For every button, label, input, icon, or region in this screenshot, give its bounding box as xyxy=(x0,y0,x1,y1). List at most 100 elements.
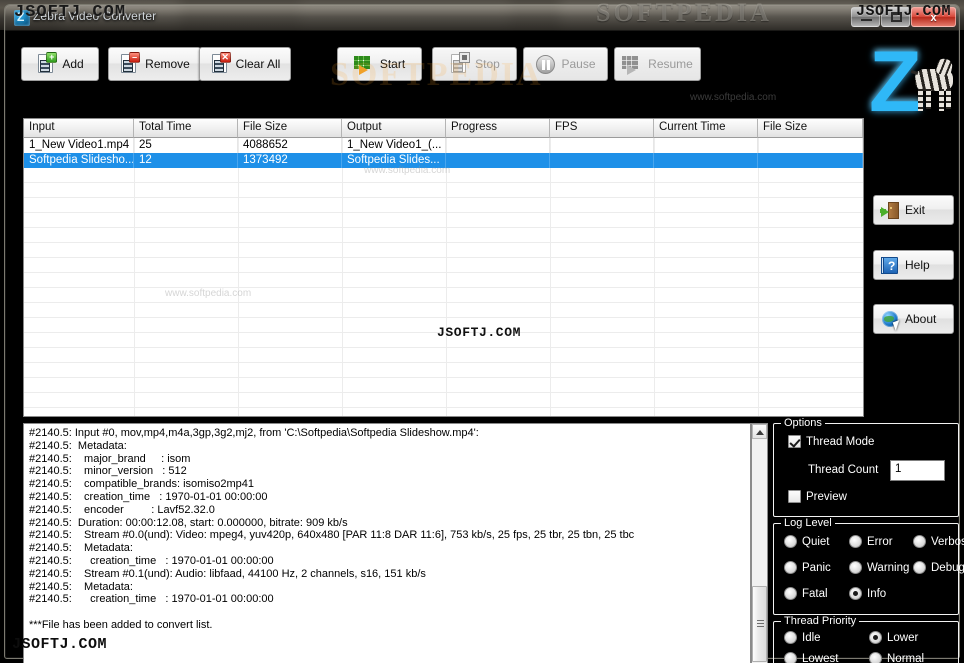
table-cell: 1_New Video1.mp4 xyxy=(24,138,134,153)
stop-button[interactable]: Stop xyxy=(432,47,517,81)
log-line: #2140.5: Input #0, mov,mp4,m4a,3gp,3g2,m… xyxy=(29,427,479,439)
thread-priority-radio-lowest[interactable]: Lowest xyxy=(784,652,838,663)
grid-line xyxy=(654,138,655,416)
table-cell xyxy=(550,138,654,153)
about-button[interactable]: About xyxy=(873,304,954,334)
add-file-icon: + xyxy=(36,52,58,75)
log-level-label-error: Error xyxy=(867,535,893,548)
grid-line xyxy=(134,138,135,416)
log-line: #2140.5: creation_time : 1970-01-01 00:0… xyxy=(29,490,268,503)
preview-label: Preview xyxy=(806,490,847,503)
grid-line xyxy=(863,138,864,417)
file-list-body[interactable]: 1_New Video1.mp4 25 4088652 1_New Video1_(.… xyxy=(24,138,863,168)
thread-priority-label-normal: Normal xyxy=(887,652,925,663)
application-window: Zebra Video Converter x + Add xyxy=(4,4,964,663)
scroll-up-icon[interactable] xyxy=(752,424,767,439)
clear-all-button[interactable]: ✕ Clear All xyxy=(199,47,291,81)
thread-count-input[interactable]: 1 xyxy=(890,460,945,481)
grid-line xyxy=(24,407,863,408)
column-header[interactable]: Input xyxy=(24,119,134,138)
log-line: #2140.5: Metadata: xyxy=(29,580,133,593)
checkbox-unchecked-icon xyxy=(788,490,801,503)
grid-line xyxy=(24,257,863,258)
remove-button[interactable]: – Remove xyxy=(108,47,201,81)
grid-line xyxy=(24,212,863,213)
table-row[interactable]: 1_New Video1.mp4 25 4088652 1_New Video1_(.… xyxy=(24,138,863,153)
log-level-group-caption: Log Level xyxy=(781,517,835,529)
exit-button-label: Exit xyxy=(905,203,926,217)
maximize-button[interactable] xyxy=(881,7,910,27)
start-button[interactable]: Start xyxy=(337,47,422,81)
help-button[interactable]: Help xyxy=(873,250,954,280)
grid-line xyxy=(24,302,863,303)
grid-line xyxy=(550,138,551,416)
table-cell xyxy=(550,153,654,168)
log-level-label-warning: Warning xyxy=(867,561,910,574)
column-header[interactable]: File Size xyxy=(238,119,342,138)
radio-icon xyxy=(784,652,797,663)
file-list[interactable]: Input Total Time File Size Output Progress FP… xyxy=(23,118,864,417)
pause-button[interactable]: Pause xyxy=(523,47,608,81)
table-cell xyxy=(758,138,863,153)
log-console[interactable]: #2140.5: Input #0, mov,mp4,m4a,3gp,3g2,m… xyxy=(23,423,751,663)
zebra-logo: Z xyxy=(867,35,963,143)
log-level-radio-quiet[interactable]: Quiet xyxy=(784,535,830,548)
table-cell: 1_New Video1_(... xyxy=(342,138,446,153)
log-level-label-verbose: Verbose xyxy=(931,535,964,548)
table-cell: Softpedia Slides... xyxy=(342,153,446,168)
about-globe-icon xyxy=(881,310,903,331)
log-level-radio-info[interactable]: Info xyxy=(849,587,886,600)
file-list-grid xyxy=(24,138,864,417)
column-header[interactable]: Current Time xyxy=(654,119,758,138)
add-button[interactable]: + Add xyxy=(21,47,99,81)
log-line: #2140.5: minor_version : 512 xyxy=(29,465,187,478)
client-area: + Add – Remove ✕ Clear All Start Stop Pa… xyxy=(7,31,964,663)
zebra-illustration xyxy=(910,57,959,115)
grid-line xyxy=(342,138,343,416)
log-level-radio-panic[interactable]: Panic xyxy=(784,561,831,574)
add-button-label: Add xyxy=(62,57,84,71)
thread-priority-label-lowest: Lowest xyxy=(802,652,839,663)
title-bar[interactable]: Zebra Video Converter x xyxy=(5,5,959,31)
grid-line xyxy=(24,317,863,318)
preview-checkbox[interactable]: Preview xyxy=(788,490,847,503)
column-header[interactable]: FPS xyxy=(550,119,654,138)
thread-priority-radio-normal[interactable]: Normal xyxy=(869,652,924,663)
scrollbar-thumb[interactable] xyxy=(752,586,767,662)
log-line: #2140.5: major_brand : isom xyxy=(29,452,191,465)
log-level-radio-warning[interactable]: Warning xyxy=(849,561,909,574)
minimize-button[interactable] xyxy=(851,7,880,27)
table-cell: 1373492 xyxy=(238,153,342,168)
thread-mode-label: Thread Mode xyxy=(806,435,875,448)
table-cell xyxy=(758,153,863,168)
radio-icon xyxy=(869,652,882,663)
radio-icon xyxy=(913,535,926,548)
log-scrollbar[interactable] xyxy=(751,423,768,663)
column-header[interactable]: Progress xyxy=(446,119,550,138)
radio-selected-icon xyxy=(849,587,862,600)
column-header[interactable]: File Size xyxy=(758,119,863,138)
remove-button-label: Remove xyxy=(145,57,190,71)
resume-icon xyxy=(622,53,642,75)
window-controls: x xyxy=(851,7,956,27)
close-button[interactable]: x xyxy=(911,7,956,27)
table-cell: 12 xyxy=(134,153,238,168)
grid-line xyxy=(24,197,863,198)
table-cell: Softpedia Slidesho... xyxy=(24,153,134,168)
grid-line xyxy=(24,362,863,363)
column-header[interactable]: Output xyxy=(342,119,446,138)
log-level-radio-verbose[interactable]: Verbose xyxy=(913,535,964,548)
radio-icon xyxy=(784,587,797,600)
resume-button[interactable]: Resume xyxy=(614,47,701,81)
log-level-radio-debug[interactable]: Debug xyxy=(913,561,964,574)
thread-priority-radio-idle[interactable]: Idle xyxy=(784,631,821,644)
thread-mode-checkbox[interactable]: Thread Mode xyxy=(788,435,874,448)
exit-button[interactable]: Exit xyxy=(873,195,954,225)
log-line: #2140.5: creation_time : 1970-01-01 00:0… xyxy=(29,593,274,606)
column-header[interactable]: Total Time xyxy=(134,119,238,138)
thread-priority-radio-lower[interactable]: Lower xyxy=(869,631,918,644)
start-icon xyxy=(353,53,374,75)
table-row[interactable]: Softpedia Slidesho... 12 1373492 Softpedia … xyxy=(24,153,863,168)
log-level-radio-fatal[interactable]: Fatal xyxy=(784,587,828,600)
log-level-radio-error[interactable]: Error xyxy=(849,535,893,548)
